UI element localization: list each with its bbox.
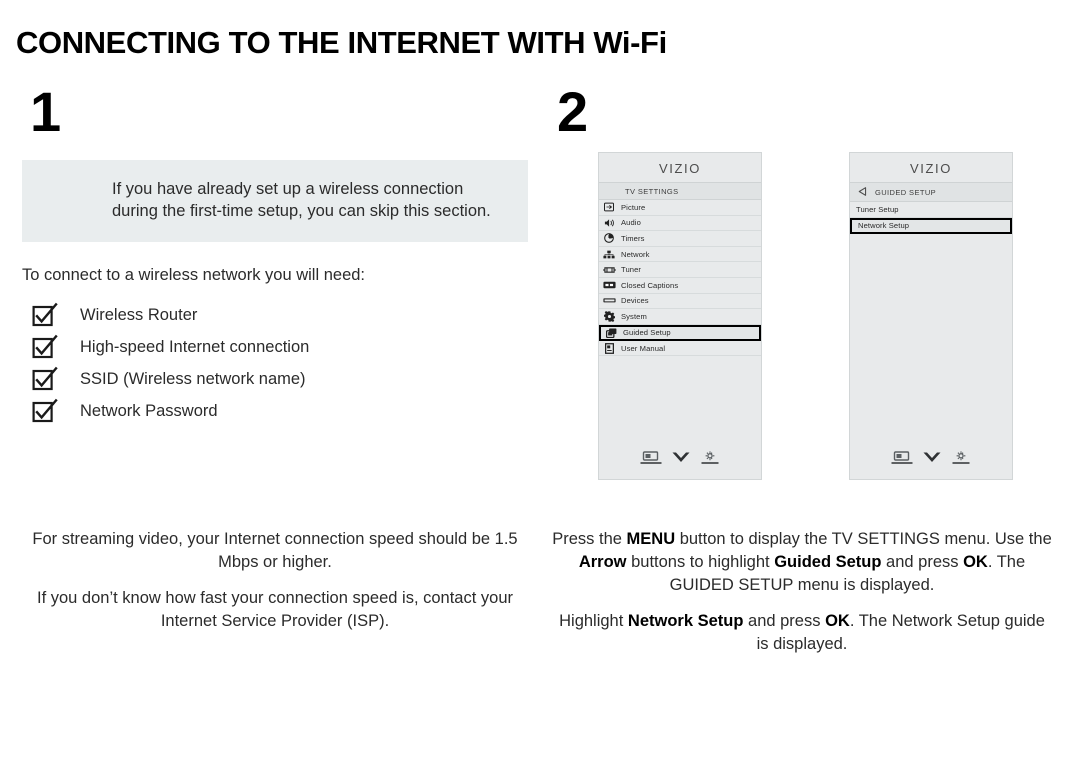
- left-note-block: For streaming video, your Internet conne…: [22, 528, 528, 633]
- note-menu-instructions: Press the MENU button to display the TV …: [552, 530, 1052, 594]
- callout-box: If you have already set up a wireless co…: [22, 160, 528, 242]
- menu-item-label: Audio: [621, 218, 641, 228]
- tuner-icon: [599, 266, 619, 274]
- speaker-icon: [599, 218, 619, 228]
- menu-subheader-label: GUIDED SETUP: [875, 187, 937, 197]
- requirements-lead-line: To connect to a wireless network you wil…: [22, 266, 366, 284]
- menu-subheader: GUIDED SETUP: [850, 182, 1012, 202]
- checklist-label: Wireless Router: [80, 305, 198, 324]
- page-title: CONNECTING TO THE INTERNET WITH Wi-Fi: [16, 25, 667, 60]
- menu-rows: Tuner Setup Network Setup: [850, 202, 1012, 337]
- note-speed-requirement: For streaming video, your Internet conne…: [32, 530, 518, 571]
- menu-item-closed-captions[interactable]: Closed Captions: [599, 278, 761, 294]
- menu-item-user-manual[interactable]: User Manual: [599, 341, 761, 357]
- checkbox-checked-icon: [32, 398, 58, 424]
- checkbox-checked-icon: [32, 366, 58, 392]
- menu-item-label: Network: [621, 249, 650, 259]
- note-network-setup-instructions: Highlight Network Setup and press OK. Th…: [559, 612, 1045, 653]
- panel-spacer: [850, 337, 1012, 441]
- menu-item-devices[interactable]: Devices: [599, 294, 761, 310]
- list-item: High-speed Internet connection: [22, 332, 528, 362]
- menu-subheader-label: TV SETTINGS: [625, 186, 679, 196]
- menu-item-label: Closed Captions: [621, 280, 679, 290]
- menu-item-label: Picture: [621, 202, 646, 212]
- devices-icon: [599, 297, 619, 304]
- menu-item-tuner[interactable]: Tuner: [599, 262, 761, 278]
- menu-item-system[interactable]: System: [599, 309, 761, 325]
- guided-setup-icon: [601, 328, 621, 338]
- brightness-icon[interactable]: [700, 450, 720, 466]
- note-isp-contact: If you don’t know how fast your connecti…: [36, 589, 514, 630]
- menu-item-label: Network Setup: [858, 221, 910, 231]
- back-arrow-icon[interactable]: [858, 186, 867, 198]
- checklist-label: High-speed Internet connection: [80, 337, 310, 356]
- closed-captions-icon: [599, 281, 619, 289]
- requirements-checklist: Wireless Router High-speed Internet conn…: [22, 300, 528, 426]
- brightness-icon[interactable]: [951, 450, 971, 466]
- checkbox-checked-icon: [32, 302, 58, 328]
- tv-menu-panel-guided-setup: VIZIO GUIDED SETUP Tuner Setup Network S…: [849, 152, 1013, 480]
- list-item: Network Password: [22, 396, 528, 426]
- menu-item-audio[interactable]: Audio: [599, 216, 761, 232]
- step-number-2: 2: [557, 80, 589, 143]
- left-column: If you have already set up a wireless co…: [22, 160, 528, 428]
- panel-footer-icons: [599, 441, 761, 479]
- menu-item-timers[interactable]: Timers: [599, 231, 761, 247]
- screen-icon[interactable]: [891, 450, 913, 466]
- right-note-block: Press the MENU button to display the TV …: [552, 528, 1052, 656]
- screen-icon[interactable]: [640, 450, 662, 466]
- menu-item-network[interactable]: Network: [599, 247, 761, 263]
- menu-item-network-setup[interactable]: Network Setup: [850, 217, 1012, 234]
- vizio-logo: VIZIO: [910, 161, 952, 176]
- step-number-1: 1: [30, 80, 62, 143]
- list-item: Wireless Router: [22, 300, 528, 330]
- chevron-down-icon[interactable]: [922, 450, 942, 466]
- picture-icon: [599, 202, 619, 212]
- menu-item-label: Tuner Setup: [856, 204, 899, 214]
- tv-menu-panel-tv-settings: VIZIO TV SETTINGS Picture Audio Timers N…: [598, 152, 762, 480]
- vizio-logo: VIZIO: [659, 161, 701, 176]
- panel-spacer: [599, 399, 761, 441]
- checklist-label: Network Password: [80, 401, 218, 420]
- checkbox-checked-icon: [32, 334, 58, 360]
- menu-item-tuner-setup[interactable]: Tuner Setup: [850, 202, 1012, 218]
- callout-text: If you have already set up a wireless co…: [112, 180, 491, 220]
- menu-item-picture[interactable]: Picture: [599, 200, 761, 216]
- panel-footer-icons: [850, 441, 1012, 479]
- menu-item-label: Devices: [621, 296, 649, 306]
- user-manual-icon: [599, 342, 619, 354]
- clock-icon: [599, 233, 619, 244]
- menu-item-label: Guided Setup: [623, 328, 671, 338]
- menu-item-label: User Manual: [621, 343, 666, 353]
- list-item: SSID (Wireless network name): [22, 364, 528, 394]
- network-icon: [599, 250, 619, 259]
- menu-item-label: System: [621, 311, 647, 321]
- menu-item-guided-setup[interactable]: Guided Setup: [599, 324, 761, 341]
- menu-item-label: Timers: [621, 233, 645, 243]
- menu-subheader: TV SETTINGS: [599, 182, 761, 200]
- checklist-label: SSID (Wireless network name): [80, 369, 306, 388]
- menu-item-label: Tuner: [621, 265, 642, 275]
- chevron-down-icon[interactable]: [671, 450, 691, 466]
- menu-rows: Picture Audio Timers Network Tuner Close…: [599, 200, 761, 399]
- gear-icon: [599, 310, 619, 322]
